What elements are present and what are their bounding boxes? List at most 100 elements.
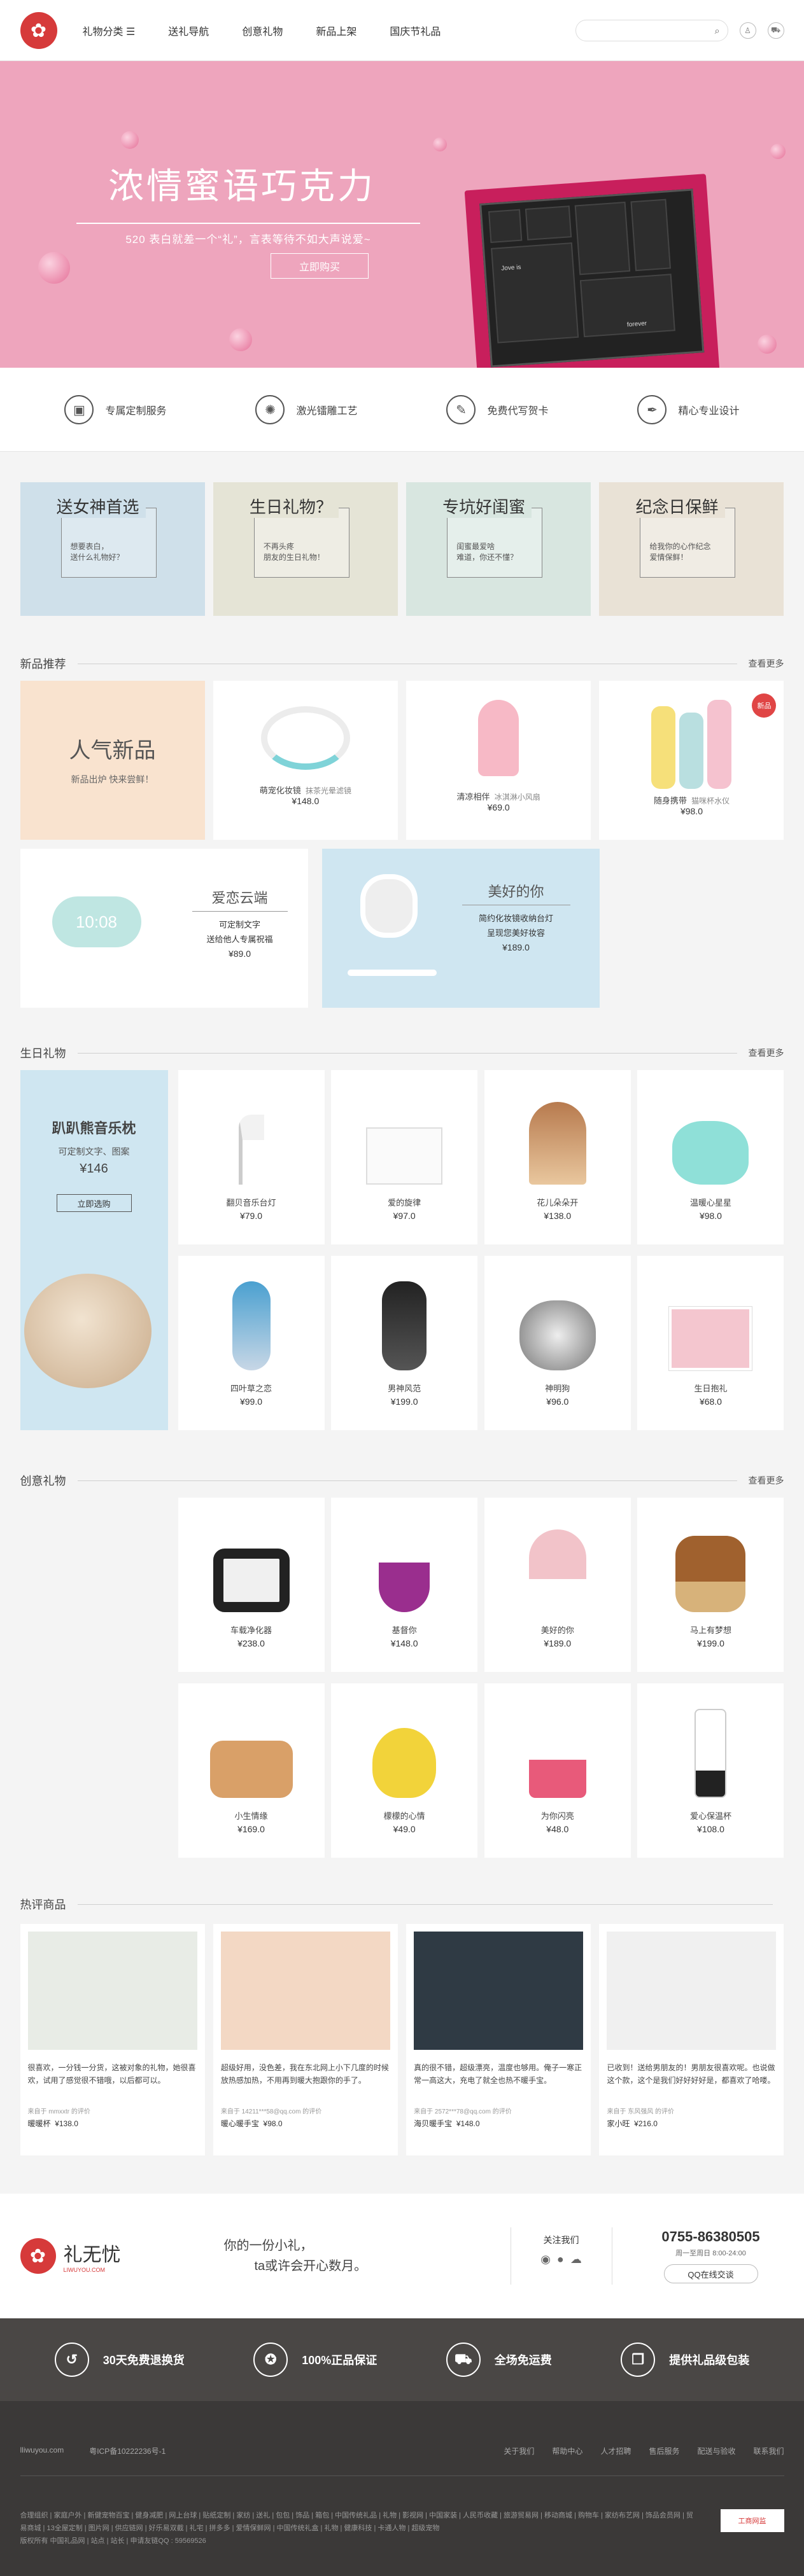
product-line: 简约化妆镜收纳台灯	[478, 914, 553, 923]
product-name: 基督你	[391, 1626, 417, 1635]
buy-now-button[interactable]: 立即购买	[271, 253, 369, 279]
qq-chat-button[interactable]: QQ在线交谈	[663, 2264, 758, 2283]
bubble-decoration	[229, 328, 252, 351]
product-sub: 抹茶光晕滤镜	[305, 786, 351, 795]
product-price: ¥148.0	[390, 1638, 418, 1648]
product-card[interactable]: 温暖心星星 ¥98.0	[637, 1070, 784, 1244]
search-icon[interactable]: ⌕	[715, 25, 720, 36]
feature-price: ¥146	[80, 1162, 108, 1176]
bubble-decoration	[433, 137, 447, 151]
shop-now-button[interactable]: 立即选购	[56, 1194, 132, 1212]
footer-link[interactable]: 售后服务	[649, 2446, 679, 2456]
service-design: ✒ 精心专业设计	[637, 395, 740, 424]
main-nav: 礼物分类 ☰ 送礼导航 创意礼物 新品上架 国庆节礼品	[83, 23, 474, 38]
nav-item-national-day[interactable]: 国庆节礼品	[390, 23, 441, 38]
nav-item-categories[interactable]: 礼物分类 ☰	[83, 23, 136, 38]
nav-item-new[interactable]: 新品上架	[316, 23, 356, 38]
service-bar: ▣ 专属定制服务 ✺ 激光镭雕工艺 ✎ 免费代写贺卡 ✒ 精心专业设计	[0, 368, 804, 452]
category-desc: 难道，你还不懂？	[456, 553, 518, 562]
review-price: ¥138.0	[55, 2119, 78, 2128]
birthday-feature-card[interactable]: 趴趴熊音乐枕 可定制文字、图案 ¥146 立即选购	[20, 1070, 168, 1430]
icp-number[interactable]: 粤ICP备10222236号-1	[89, 2446, 166, 2456]
product-image	[669, 1307, 752, 1370]
bubble-decoration	[770, 144, 786, 159]
qq-icon[interactable]: ●	[557, 2253, 564, 2266]
footer-link[interactable]: 帮助中心	[552, 2446, 582, 2456]
product-card[interactable]: 男神风范 ¥199.0	[331, 1256, 478, 1430]
product-card[interactable]: 小生情缘 ¥169.0	[178, 1683, 325, 1858]
product-card[interactable]: 四叶草之恋 ¥99.0	[178, 1256, 325, 1430]
category-tile[interactable]: 生日礼物？ 不再头疼 朋友的生日礼物！	[213, 482, 398, 616]
weibo-icon[interactable]: ◉	[540, 2253, 551, 2266]
hero-banner[interactable]: 浓情蜜语巧克力 520 表白就差一个“礼”，言表等待不如大声说爱~ 立即购买 J…	[0, 61, 804, 368]
nav-item-creative[interactable]: 创意礼物	[242, 23, 283, 38]
product-name: 小生情缘	[234, 1811, 268, 1821]
product-card[interactable]: 爱心保温杯 ¥108.0	[637, 1683, 784, 1858]
product-image	[213, 1549, 290, 1612]
gov-badge[interactable]: 工商网监	[720, 2509, 784, 2532]
category-tile[interactable]: 专坑好闺蜜 闺蜜最爱啥 难道，你还不懂？	[406, 482, 591, 616]
follow-us: 关注我们 ◉ ● ☁	[510, 2227, 612, 2285]
nav-item-gift-guide[interactable]: 送礼导航	[168, 23, 209, 38]
bubble-decoration	[38, 252, 70, 284]
product-wide-card[interactable]: 美好的你 简约化妆镜收纳台灯 呈现您美好妆容 ¥189.0	[321, 849, 600, 1008]
product-card[interactable]: 生日抱礼 ¥68.0	[637, 1256, 784, 1430]
product-card[interactable]: 爱的旋律 ¥97.0	[331, 1070, 478, 1244]
product-card[interactable]: 美好的你 ¥189.0	[484, 1498, 631, 1672]
user-icon[interactable]: ♙	[739, 22, 756, 39]
view-more-link[interactable]: 查看更多	[749, 657, 784, 670]
wechat-icon[interactable]: ☁	[570, 2253, 582, 2266]
footer-link[interactable]: 配送与验收	[697, 2446, 735, 2456]
product-card[interactable]: 翻贝音乐台灯 ¥79.0	[178, 1070, 325, 1244]
category-tile[interactable]: 纪念日保鲜 给我你的心作纪念 爱情保鲜！	[599, 482, 784, 616]
section-head-creative: 创意礼物 查看更多	[20, 1471, 784, 1490]
product-price: ¥189.0	[544, 1638, 572, 1648]
product-card[interactable]: 檬檬的心情 ¥49.0	[331, 1683, 478, 1858]
slogan: 你的一份小礼， ta或许会开心数月。	[224, 2236, 367, 2276]
review-card[interactable]: 已收到！送给男朋友的！男朋友很喜欢呢。也说做这个款，这个是我们好好好好是，都喜欢…	[599, 1924, 784, 2155]
guarantee-label: 100%正品保证	[302, 2354, 377, 2367]
product-image: 10:08	[52, 896, 141, 947]
product-wide-card[interactable]: 10:08 爱恋云端 可定制文字 送给他人专属祝福 ¥89.0	[20, 849, 308, 1008]
copyright: 版权所有 中国礼品网 | 站点 | 站长 | 申请友链QQ : 59569526	[20, 2537, 206, 2545]
logo-icon[interactable]: ✿	[20, 12, 57, 49]
product-card[interactable]: 车载净化器 ¥238.0	[178, 1498, 325, 1672]
product-price: ¥199.0	[697, 1638, 724, 1648]
view-more-link[interactable]: 查看更多	[749, 1047, 784, 1059]
footer-logo[interactable]: ✿ 礼无忧 LIWUYOU.COM	[20, 2238, 199, 2274]
review-card[interactable]: 很喜欢，一分钱一分货，这被对象的礼物，她很喜欢，试用了感觉很不错哦，以后都可以。…	[20, 1924, 205, 2155]
product-card[interactable]: 基督你 ¥148.0	[331, 1498, 478, 1672]
section-head-birthday: 生日礼物 查看更多	[20, 1043, 784, 1062]
product-sub: 冰淇淋小风扇	[494, 793, 540, 802]
cart-icon[interactable]: ⛟	[767, 22, 784, 39]
product-card[interactable]: 新品 随身携带 猫咪杯水仪 ¥98.0	[599, 681, 784, 840]
friend-links[interactable]: 合理组织 | 家庭户外 | 新健宠物百宝 | 健身减肥 | 网上台球 | 贴纸定…	[20, 2509, 695, 2535]
new-feature-card[interactable]: 人气新品 新品出炉 快来尝鲜！	[20, 681, 205, 840]
guarantee-item: ✪ 100%正品保证	[253, 2343, 377, 2377]
search-input[interactable]: ⌕	[575, 20, 728, 41]
product-card[interactable]: 马上有梦想 ¥199.0	[637, 1498, 784, 1672]
product-card[interactable]: 花儿朵朵开 ¥138.0	[484, 1070, 631, 1244]
footer-link[interactable]: 联系我们	[753, 2446, 784, 2456]
footer-link[interactable]: 关于我们	[504, 2446, 534, 2456]
laser-icon: ✺	[255, 395, 285, 424]
review-card[interactable]: 真的很不错，超级漂亮，温度也够用。俺子一寒正常一高这大，充电了就全也热不暖手宝。…	[406, 1924, 591, 2155]
review-card[interactable]: 超级好用，没色差，我在东北网上小下几度的时候放热感加热，不用再到暖大抱跟你的手了…	[213, 1924, 398, 2155]
product-line: 可定制文字	[218, 920, 260, 929]
product-name: 美好的你	[540, 1626, 574, 1635]
footer-link[interactable]: 人才招聘	[600, 2446, 631, 2456]
review-image	[220, 1932, 390, 2050]
category-tile[interactable]: 送女神首选 想要表白， 送什么礼物好？	[20, 482, 205, 616]
product-card[interactable]: 神明狗 ¥96.0	[484, 1256, 631, 1430]
product-line: 送给他人专属祝福	[206, 935, 273, 944]
card-text: Jove is	[500, 263, 521, 272]
product-card[interactable]: 萌宠化妆镜 抹茶光晕滤镜 ¥148.0	[213, 681, 398, 840]
category-desc: 爱情保鲜！	[649, 553, 688, 562]
product-card[interactable]: 清凉相伴 冰淇淋小风扇 ¥69.0	[406, 681, 591, 840]
product-image	[209, 1741, 293, 1798]
clock-display: 10:08	[75, 912, 118, 931]
product-price: ¥199.0	[390, 1396, 418, 1407]
view-more-link[interactable]: 查看更多	[749, 1474, 784, 1487]
product-price: ¥79.0	[239, 1211, 263, 1221]
product-card[interactable]: 为你闪亮 ¥48.0	[484, 1683, 631, 1858]
